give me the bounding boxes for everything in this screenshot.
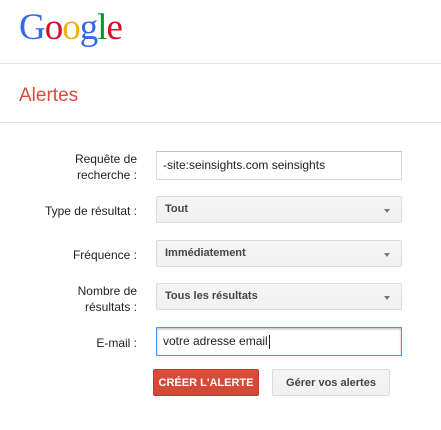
google-logo[interactable]: Google: [19, 6, 123, 50]
result-type-select[interactable]: Tout: [156, 196, 402, 223]
logo-letter: o: [62, 7, 80, 48]
count-select[interactable]: Tous les résultats: [156, 283, 402, 310]
logo-letter: l: [97, 7, 107, 48]
email-field[interactable]: votre adresse email: [156, 327, 402, 356]
manage-alerts-button[interactable]: Gérer vos alertes: [272, 369, 390, 396]
frequency-label: Fréquence :: [72, 248, 137, 262]
chevron-down-icon: [384, 253, 390, 257]
logo-letter: g: [79, 7, 98, 48]
result-type-label: Type de résultat :: [44, 204, 137, 218]
query-label: Requête de recherche :: [75, 151, 137, 183]
query-input[interactable]: -site:seinsights.com seinsights: [156, 151, 402, 180]
title-divider: [0, 122, 441, 123]
email-field-value: votre adresse email: [163, 334, 268, 348]
query-input-value: -site:seinsights.com seinsights: [163, 158, 326, 172]
text-cursor: [268, 334, 270, 349]
query-label-line2: recherche :: [76, 168, 137, 182]
chevron-down-icon: [384, 296, 390, 300]
count-label-line1: Nombre de: [77, 284, 137, 298]
query-label-line1: Requête de: [74, 152, 137, 166]
create-alert-button[interactable]: CRÉER L'ALERTE: [153, 369, 259, 396]
email-label: E-mail :: [96, 336, 137, 350]
frequency-value: Immédiatement: [165, 247, 246, 259]
logo-letter: e: [106, 7, 123, 48]
result-type-value: Tout: [165, 203, 189, 215]
chevron-down-icon: [384, 209, 390, 213]
count-label: Nombre de résultats :: [78, 283, 137, 315]
header-divider: [0, 63, 441, 64]
frequency-select[interactable]: Immédiatement: [156, 240, 402, 267]
count-label-line2: résultats :: [84, 300, 137, 314]
count-value: Tous les résultats: [165, 290, 258, 302]
logo-letter: G: [19, 7, 46, 48]
page-title: Alertes: [19, 85, 79, 106]
logo-letter: o: [44, 7, 63, 48]
